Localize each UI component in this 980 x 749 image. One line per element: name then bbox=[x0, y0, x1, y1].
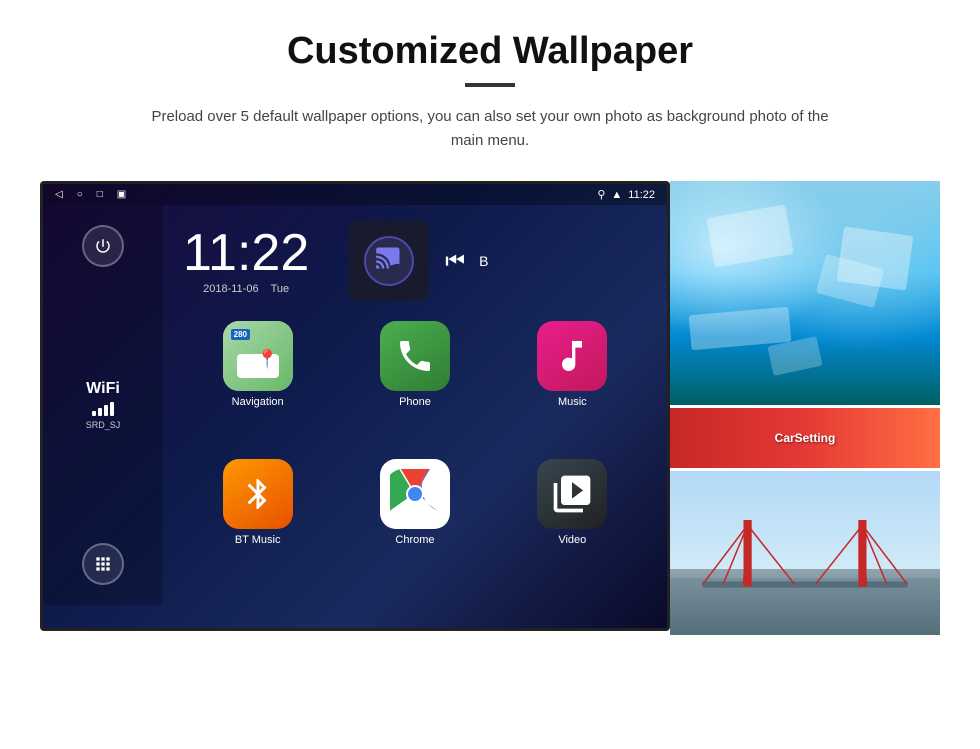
app-item-video[interactable]: Video bbox=[498, 459, 647, 589]
screenshot-icon: ▣ bbox=[117, 189, 126, 200]
page-title: Customized Wallpaper bbox=[287, 30, 693, 73]
wallpaper-ice[interactable] bbox=[670, 181, 940, 405]
wifi-signal-bars bbox=[86, 402, 121, 416]
bt-music-label: BT Music bbox=[235, 534, 281, 546]
app-item-bt-music[interactable]: BT Music bbox=[183, 459, 332, 589]
wifi-widget: WiFi SRD_SJ bbox=[86, 380, 121, 430]
video-label: Video bbox=[558, 534, 586, 546]
cast-icon bbox=[375, 244, 403, 278]
video-icon bbox=[537, 459, 607, 529]
location-icon: ⚲ bbox=[597, 188, 605, 201]
status-time: 11:22 bbox=[628, 189, 655, 201]
app-grid: 280 📍 Navigation Phone bbox=[163, 311, 667, 605]
wallpaper-bridge[interactable] bbox=[670, 471, 940, 635]
cast-icon-box bbox=[364, 236, 414, 286]
bridge-svg bbox=[697, 520, 913, 602]
prev-track-icon[interactable]: ⏮ bbox=[445, 248, 465, 274]
back-icon: ◁ bbox=[55, 189, 63, 200]
page-subtitle: Preload over 5 default wallpaper options… bbox=[140, 105, 840, 153]
carsetting-label: CarSetting bbox=[775, 431, 836, 445]
signal-bar-1 bbox=[92, 411, 96, 416]
navigation-label: Navigation bbox=[232, 396, 284, 408]
screen-center: 11:22 2018-11-06 Tue bbox=[163, 205, 667, 605]
app-item-navigation[interactable]: 280 📍 Navigation bbox=[183, 321, 332, 451]
music-label: Music bbox=[558, 396, 587, 408]
main-content: ◁ ○ □ ▣ ⚲ ▲ 11:22 WiFi bbox=[40, 181, 940, 635]
chrome-label: Chrome bbox=[395, 534, 434, 546]
screen-body: WiFi SRD_SJ bbox=[43, 205, 667, 605]
clock-date: 2018-11-06 Tue bbox=[183, 283, 309, 295]
media-controls: ⏮ B bbox=[445, 248, 488, 274]
nav-pin-icon: 📍 bbox=[256, 349, 278, 370]
media-widget: ⏮ B bbox=[349, 221, 488, 301]
phone-label: Phone bbox=[399, 396, 431, 408]
music-icon bbox=[537, 321, 607, 391]
left-sidebar: WiFi SRD_SJ bbox=[43, 205, 163, 605]
clock-time: 11:22 bbox=[183, 227, 309, 279]
bt-music-icon bbox=[223, 459, 293, 529]
clock-area: 11:22 2018-11-06 Tue bbox=[163, 205, 667, 311]
navigation-icon: 280 📍 bbox=[223, 321, 293, 391]
signal-bar-3 bbox=[104, 405, 108, 416]
status-bar: ◁ ○ □ ▣ ⚲ ▲ 11:22 bbox=[43, 184, 667, 205]
status-bar-right: ⚲ ▲ 11:22 bbox=[597, 188, 655, 201]
signal-bar-2 bbox=[98, 408, 102, 416]
chrome-icon bbox=[380, 459, 450, 529]
wifi-label: WiFi bbox=[86, 380, 121, 398]
wifi-icon: ▲ bbox=[611, 189, 622, 201]
apps-button[interactable] bbox=[82, 543, 124, 585]
recent-icon: □ bbox=[97, 189, 103, 200]
app-item-phone[interactable]: Phone bbox=[340, 321, 489, 451]
carsetting-strip[interactable]: CarSetting bbox=[670, 408, 940, 468]
wifi-ssid: SRD_SJ bbox=[86, 420, 121, 430]
clock-section: 11:22 2018-11-06 Tue bbox=[183, 227, 309, 295]
wallpaper-panel: CarSetting bbox=[670, 181, 940, 635]
media-icon-box bbox=[349, 221, 429, 301]
title-divider bbox=[465, 83, 515, 87]
home-icon: ○ bbox=[77, 189, 83, 200]
app-item-chrome[interactable]: Chrome bbox=[340, 459, 489, 589]
power-button[interactable] bbox=[82, 225, 124, 267]
phone-icon bbox=[380, 321, 450, 391]
signal-bar-4 bbox=[110, 402, 114, 416]
android-screen: ◁ ○ □ ▣ ⚲ ▲ 11:22 WiFi bbox=[40, 181, 670, 631]
nav-badge: 280 bbox=[231, 329, 250, 340]
next-track-icon[interactable]: B bbox=[479, 253, 488, 269]
status-bar-left: ◁ ○ □ ▣ bbox=[55, 189, 126, 200]
app-item-music[interactable]: Music bbox=[498, 321, 647, 451]
